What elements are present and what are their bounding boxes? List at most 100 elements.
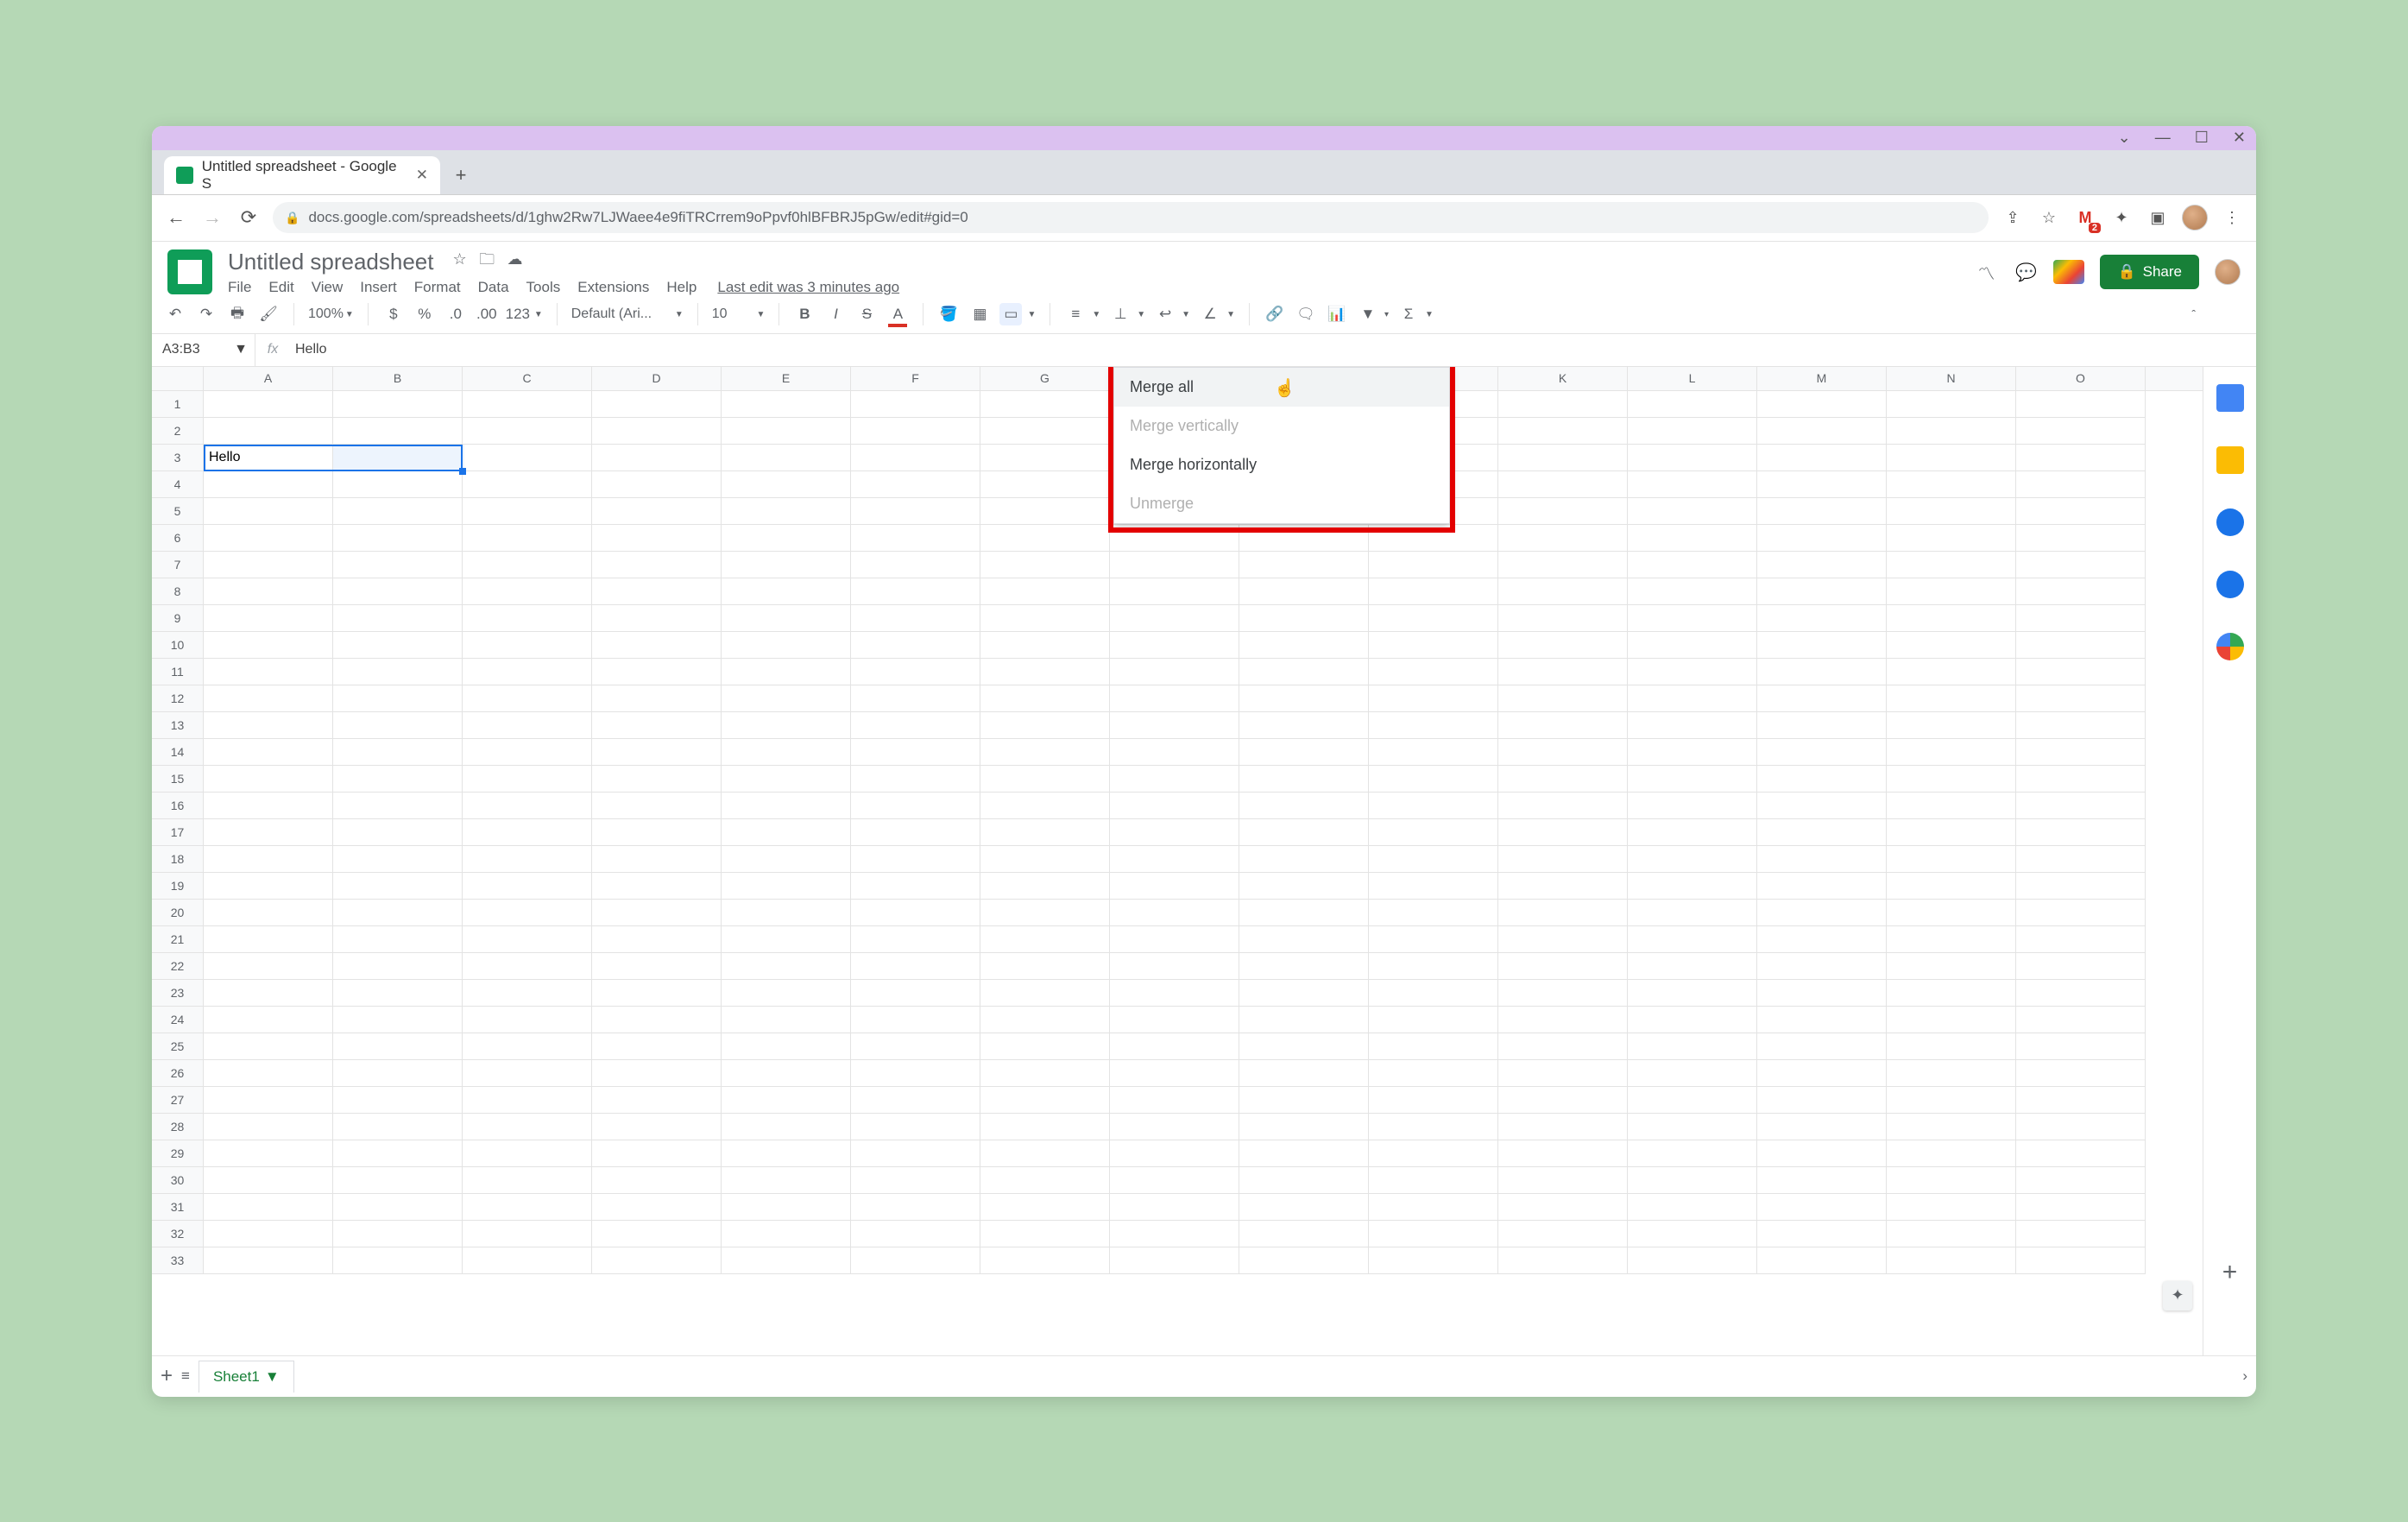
cell[interactable] (1498, 1140, 1628, 1167)
cell[interactable] (1239, 926, 1369, 953)
cell[interactable] (1887, 739, 2016, 766)
row-header[interactable]: 15 (152, 766, 204, 793)
cell[interactable] (1887, 445, 2016, 471)
address-bar[interactable]: 🔒 docs.google.com/spreadsheets/d/1ghw2Rw… (273, 202, 1989, 233)
row-header[interactable]: 1 (152, 391, 204, 418)
cell[interactable] (204, 739, 333, 766)
comment-icon[interactable]: 🗨 (1295, 303, 1317, 325)
row-header[interactable]: 33 (152, 1247, 204, 1274)
cell[interactable] (592, 1247, 722, 1274)
redo-icon[interactable]: ↷ (195, 303, 217, 325)
cell[interactable] (1110, 1247, 1239, 1274)
cell[interactable] (1498, 1167, 1628, 1194)
cell[interactable] (851, 391, 980, 418)
cell[interactable] (1498, 471, 1628, 498)
cell[interactable] (1498, 525, 1628, 552)
share-url-icon[interactable]: ⇪ (2001, 205, 2025, 230)
cell[interactable] (1110, 1140, 1239, 1167)
cell[interactable] (1757, 1221, 1887, 1247)
cell[interactable] (722, 659, 851, 685)
cell[interactable] (1498, 605, 1628, 632)
cell[interactable] (1369, 953, 1498, 980)
cell[interactable] (463, 900, 592, 926)
row-header[interactable]: 5 (152, 498, 204, 525)
cell[interactable] (204, 1194, 333, 1221)
cell[interactable] (463, 793, 592, 819)
row-header[interactable]: 14 (152, 739, 204, 766)
menu-edit[interactable]: Edit (268, 279, 293, 296)
cell[interactable] (1498, 793, 1628, 819)
cell[interactable] (1628, 873, 1757, 900)
cell[interactable] (1887, 498, 2016, 525)
cell[interactable] (1110, 659, 1239, 685)
row-header[interactable]: 31 (152, 1194, 204, 1221)
cell[interactable] (2016, 1007, 2146, 1033)
kebab-icon[interactable]: ⋮ (2220, 205, 2244, 230)
cell[interactable] (1239, 712, 1369, 739)
cell[interactable] (592, 712, 722, 739)
cell[interactable] (592, 793, 722, 819)
cell[interactable] (722, 766, 851, 793)
caret-down-icon[interactable]: ⌄ (2118, 129, 2131, 147)
cell[interactable] (1239, 659, 1369, 685)
cell[interactable] (722, 1140, 851, 1167)
cell[interactable] (1498, 819, 1628, 846)
cell[interactable] (204, 1060, 333, 1087)
extensions-icon[interactable]: ✦ (2109, 205, 2134, 230)
cell[interactable] (1628, 1007, 1757, 1033)
cell[interactable] (1887, 471, 2016, 498)
cell[interactable] (2016, 605, 2146, 632)
move-icon[interactable]: 🗀 (479, 250, 495, 268)
cell[interactable] (1757, 953, 1887, 980)
cell[interactable] (463, 605, 592, 632)
cell[interactable] (851, 1060, 980, 1087)
cell[interactable] (1110, 552, 1239, 578)
cell[interactable] (722, 846, 851, 873)
cell[interactable] (1628, 445, 1757, 471)
cell[interactable] (333, 1114, 463, 1140)
row-header[interactable]: 10 (152, 632, 204, 659)
cell[interactable] (1498, 900, 1628, 926)
select-all-corner[interactable] (152, 367, 204, 390)
col-header[interactable]: O (2016, 367, 2146, 390)
row-header[interactable]: 17 (152, 819, 204, 846)
strike-icon[interactable]: S (855, 303, 878, 325)
cell[interactable] (204, 605, 333, 632)
cell[interactable] (1757, 685, 1887, 712)
merge-dropdown-icon[interactable]: ▼ (1027, 310, 1036, 319)
cell[interactable] (1239, 846, 1369, 873)
cell[interactable] (1887, 659, 2016, 685)
cell[interactable] (592, 900, 722, 926)
cell[interactable] (204, 1247, 333, 1274)
cell[interactable] (2016, 819, 2146, 846)
cell[interactable] (1369, 873, 1498, 900)
cell[interactable] (722, 1033, 851, 1060)
cell[interactable] (1628, 766, 1757, 793)
col-header[interactable]: L (1628, 367, 1757, 390)
col-header[interactable]: M (1757, 367, 1887, 390)
cell[interactable] (2016, 659, 2146, 685)
cell[interactable] (204, 498, 333, 525)
cell[interactable] (980, 1060, 1110, 1087)
cell[interactable] (1498, 498, 1628, 525)
cell[interactable] (204, 953, 333, 980)
cell[interactable] (1110, 953, 1239, 980)
cell[interactable] (980, 873, 1110, 900)
cell[interactable] (1757, 1060, 1887, 1087)
cell[interactable] (1110, 980, 1239, 1007)
cell[interactable] (1757, 1194, 1887, 1221)
cell[interactable] (1628, 846, 1757, 873)
cell[interactable] (1757, 900, 1887, 926)
cell[interactable] (463, 712, 592, 739)
col-header[interactable]: F (851, 367, 980, 390)
cell[interactable] (851, 1007, 980, 1033)
cell[interactable] (1757, 552, 1887, 578)
cell[interactable] (1369, 1221, 1498, 1247)
share-button[interactable]: 🔒 Share (2100, 255, 2199, 289)
cell[interactable] (333, 685, 463, 712)
cell[interactable] (1498, 739, 1628, 766)
cell[interactable] (1110, 578, 1239, 605)
cell[interactable] (851, 471, 980, 498)
cell[interactable] (1887, 1114, 2016, 1140)
cell[interactable] (1757, 525, 1887, 552)
